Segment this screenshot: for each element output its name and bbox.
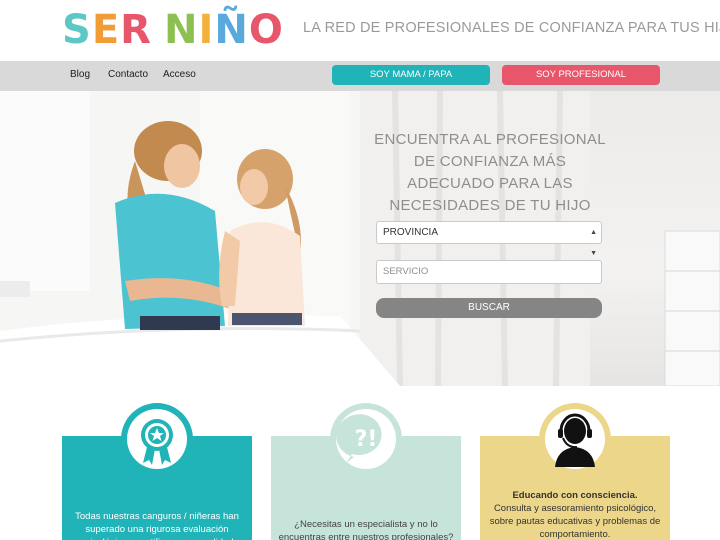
card-text: Consulta y asesoramiento psicológico, so…: [489, 503, 661, 540]
ribbon-award-icon: [127, 409, 187, 469]
nav-link-blog[interactable]: Blog: [70, 69, 90, 80]
logo[interactable]: SER NIÑO: [62, 8, 284, 52]
headset-advisor-icon: [545, 409, 605, 469]
logo-letter: O: [248, 7, 284, 53]
svg-text:?!: ?!: [355, 427, 378, 452]
province-select-label: PROVINCIA: [383, 227, 439, 238]
card-title: Educando con consciencia.: [512, 490, 638, 501]
service-input[interactable]: SERVICIO: [376, 260, 602, 284]
hero-section: ENCUENTRA AL PROFESIONAL DE CONFIANZA MÁ…: [0, 91, 720, 386]
card-text: Todas nuestras canguros / niñeras han su…: [75, 511, 239, 540]
badge-circle: ?!: [330, 403, 402, 475]
service-placeholder: SERVICIO: [383, 266, 429, 277]
nav-link-contacto[interactable]: Contacto: [108, 69, 148, 80]
tagline: LA RED DE PROFESIONALES DE CONFIANZA PAR…: [303, 20, 720, 36]
logo-letter: N: [163, 7, 199, 53]
hero-title: ENCUENTRA AL PROFESIONAL DE CONFIANZA MÁ…: [374, 131, 606, 214]
badge-circle: [539, 403, 611, 475]
search-button[interactable]: BUSCAR: [376, 298, 602, 318]
logo-letter: S: [62, 7, 92, 53]
logo-letter: E: [91, 7, 121, 53]
logo-letter: Ñ: [214, 7, 249, 53]
hero-photo: [0, 91, 720, 386]
province-select[interactable]: PROVINCIA ▲ ▼: [376, 221, 602, 257]
site-header: SER NIÑO LA RED DE PROFESIONALES DE CONFI…: [0, 0, 720, 61]
nav-link-acceso[interactable]: Acceso: [163, 69, 196, 80]
badge-circle: [121, 403, 193, 475]
card-text: ¿Necesitas un especialista y no lo encue…: [278, 519, 454, 540]
logo-letter: I: [198, 7, 215, 53]
select-arrows-icon: ▲ ▼: [590, 229, 597, 257]
soy-profesional-button[interactable]: SOY PROFESIONAL: [502, 65, 660, 85]
logo-letter: R: [120, 7, 152, 53]
question-speech-bubble-icon: ?!: [336, 409, 396, 469]
soy-mama-papa-button[interactable]: SOY MAMA / PAPA: [332, 65, 490, 85]
